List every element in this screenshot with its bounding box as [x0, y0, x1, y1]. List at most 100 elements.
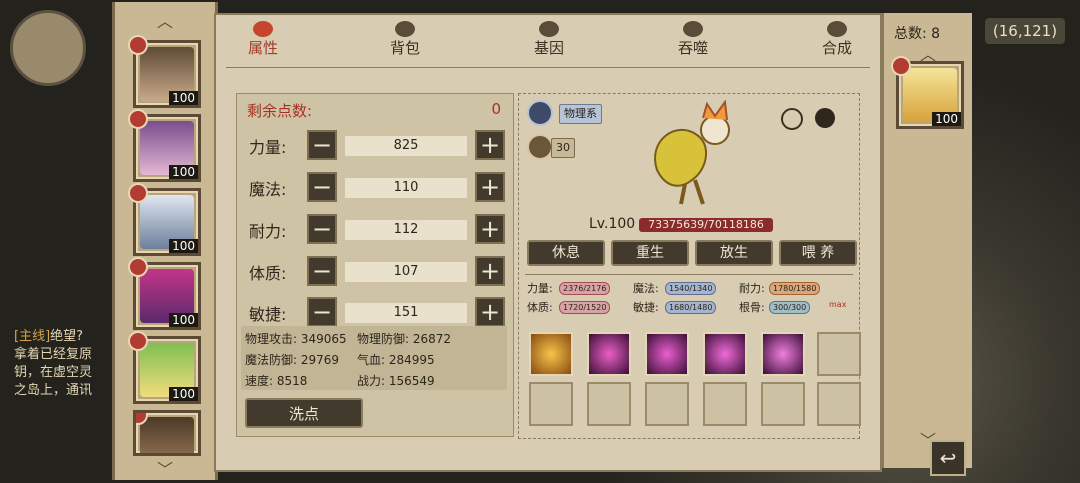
stat-speed: 速度: 8518: [245, 374, 308, 388]
tab-bag[interactable]: 背包: [370, 21, 440, 58]
tab-label: 吞噬: [677, 39, 708, 57]
attribute-row: 力量: − 825 +: [249, 130, 507, 160]
lock-icon[interactable]: [815, 108, 835, 128]
increase-button[interactable]: +: [475, 130, 505, 160]
stat-physical-defense: 物理防御: 26872: [357, 332, 452, 346]
attribute-label: 敏捷:: [249, 305, 287, 324]
increase-button[interactable]: +: [475, 256, 505, 286]
growth-value: 1780/1580: [769, 282, 821, 295]
pet-portrait: [140, 417, 194, 453]
player-avatar[interactable]: [10, 10, 86, 86]
tab-synthesize[interactable]: 合成: [802, 21, 872, 58]
flame-icon: [253, 21, 273, 37]
back-button[interactable]: ↩: [930, 440, 966, 476]
pet-level: Lv.100: [589, 216, 636, 232]
stat-power: 战力: 156549: [357, 374, 435, 388]
skill-slot-empty[interactable]: [817, 332, 861, 376]
stat-physical-attack: 物理攻击: 349065: [245, 332, 347, 346]
tab-attributes[interactable]: 属性: [228, 21, 298, 58]
quest-tracker[interactable]: [主线]绝望? 拿着已经复原 钥，在虚空灵 之岛上，通讯: [14, 328, 124, 400]
paw-count: 30: [551, 138, 575, 158]
feed-button[interactable]: 喂 养: [779, 240, 857, 266]
skill-slot-empty[interactable]: [529, 382, 573, 426]
attribute-allocation: 剩余点数: 0 力量: − 825 + 魔法: − 110 + 耐力: − 11…: [236, 93, 514, 437]
scroll-up-icon[interactable]: ︿: [115, 8, 215, 32]
rebirth-button[interactable]: 重生: [611, 240, 689, 266]
skill-slot[interactable]: [703, 332, 747, 376]
max-label: max: [829, 300, 847, 309]
scroll-down-icon[interactable]: ﹀: [115, 456, 215, 480]
divider: [525, 274, 853, 275]
attribute-row: 体质: − 107 +: [249, 256, 507, 286]
pet-level: 100: [169, 91, 198, 105]
pet-level: 100: [169, 165, 198, 179]
skill-slot[interactable]: [761, 332, 805, 376]
skill-slot[interactable]: [529, 332, 573, 376]
tab-label: 基因: [533, 39, 564, 57]
remaining-points-value: 0: [491, 100, 501, 118]
quest-title: 绝望?: [50, 329, 84, 344]
skill-slot-empty[interactable]: [817, 382, 861, 426]
pet-slot[interactable]: 100: [128, 331, 201, 404]
devour-icon: [683, 21, 703, 37]
pet-slot[interactable]: 100: [128, 183, 201, 256]
quest-tag: [主线]: [14, 329, 51, 344]
reset-points-button[interactable]: 洗点: [245, 398, 363, 428]
skill-slot[interactable]: [587, 332, 631, 376]
remaining-points-label: 剩余点数:: [247, 102, 313, 120]
growth-value: 300/300: [769, 301, 811, 314]
divider: [226, 67, 870, 68]
growth-label: 体质:: [527, 301, 553, 314]
increase-button[interactable]: +: [475, 172, 505, 202]
rest-button[interactable]: 休息: [527, 240, 605, 266]
gene-icon: [539, 21, 559, 37]
decrease-button[interactable]: −: [307, 297, 337, 327]
bag-icon: [395, 21, 415, 37]
pet-slot[interactable]: 100: [128, 109, 201, 182]
tab-devour[interactable]: 吞噬: [658, 21, 728, 58]
pet-level: 100: [169, 387, 198, 401]
pet-level: 100: [169, 239, 198, 253]
skill-slot-empty[interactable]: [761, 382, 805, 426]
skill-slot[interactable]: [645, 332, 689, 376]
tab-gene[interactable]: 基因: [514, 21, 584, 58]
decrease-button[interactable]: −: [307, 256, 337, 286]
pet-slot[interactable]: 100: [891, 56, 964, 129]
tab-label: 合成: [821, 39, 852, 57]
growth-label: 敏捷:: [633, 301, 659, 314]
decrease-button[interactable]: −: [307, 130, 337, 160]
attribute-row: 耐力: − 112 +: [249, 214, 507, 244]
rename-icon[interactable]: [781, 108, 803, 130]
attribute-row: 敏捷: − 151 +: [249, 297, 507, 327]
growth-label: 根骨:: [739, 301, 765, 314]
quest-line: 钥，在虚空灵: [14, 365, 93, 380]
pet-detail-panel: 属性 背包 基因 吞噬 合成 剩余点数: 0 力量: − 825 + 魔法: −…: [214, 13, 882, 472]
growth-label: 魔法:: [633, 282, 659, 295]
skill-slot-empty[interactable]: [645, 382, 689, 426]
decrease-button[interactable]: −: [307, 172, 337, 202]
release-button[interactable]: 放生: [695, 240, 773, 266]
attribute-row: 魔法: − 110 +: [249, 172, 507, 202]
stat-magic-defense: 魔法防御: 29769: [245, 353, 340, 367]
pet-slot[interactable]: 100: [128, 35, 201, 108]
skill-slot-empty[interactable]: [587, 382, 631, 426]
increase-button[interactable]: +: [475, 214, 505, 244]
lock-badge-icon: [128, 109, 148, 129]
stat-hp: 气血: 284995: [357, 353, 435, 367]
paw-icon: [527, 134, 553, 160]
attribute-value: 825: [345, 136, 467, 156]
pet-slot[interactable]: 100: [128, 257, 201, 330]
quest-line: 之岛上，通讯: [14, 383, 93, 398]
decrease-button[interactable]: −: [307, 214, 337, 244]
growth-label: 力量:: [527, 282, 553, 295]
growth-label: 耐力:: [739, 282, 765, 295]
skill-slot-empty[interactable]: [703, 382, 747, 426]
pet-roster: ︿ 100 100 100 100 100 ﹀: [112, 2, 218, 480]
growth-value: 1720/1520: [559, 301, 611, 314]
increase-button[interactable]: +: [475, 297, 505, 327]
list-icon[interactable]: [527, 100, 553, 126]
synthesize-icon: [827, 21, 847, 37]
pet-slot[interactable]: [133, 410, 201, 456]
tab-label: 背包: [389, 39, 420, 57]
type-badge: 物理系: [559, 104, 602, 124]
